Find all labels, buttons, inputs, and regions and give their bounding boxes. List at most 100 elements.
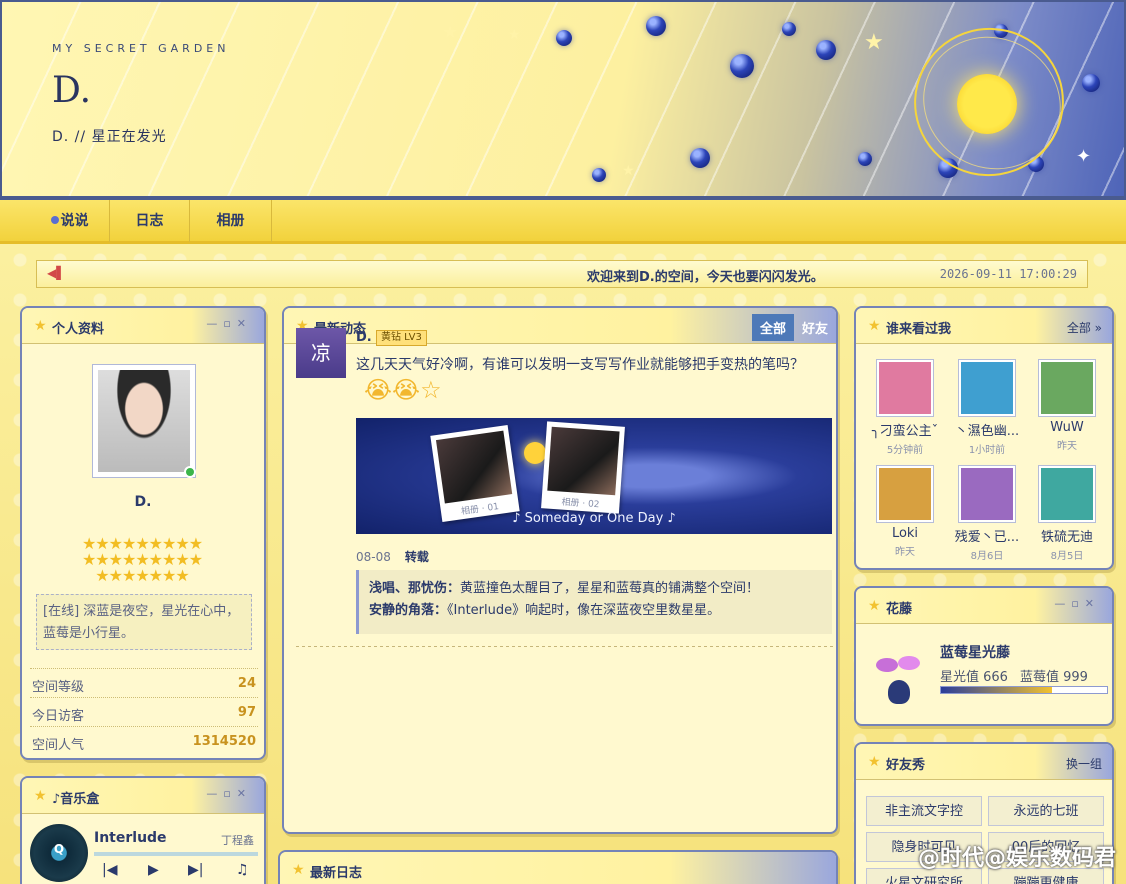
speaker-icon: ◀▌ xyxy=(47,266,66,280)
current-datetime: 2026-09-11 17:00:29 xyxy=(939,267,1077,281)
star-icon: ★ xyxy=(508,27,521,43)
refresh-friends-link[interactable]: 换一组 xyxy=(1066,755,1102,772)
window-controls[interactable]: —▫✕ xyxy=(1054,597,1100,610)
next-track-button[interactable]: ▶| xyxy=(188,862,203,878)
star-icon: ★ xyxy=(622,163,635,179)
prev-track-button[interactable]: |◀ xyxy=(102,862,117,878)
blueberry-icon xyxy=(690,148,710,168)
photo-card[interactable]: 相册 · 01 xyxy=(430,424,520,523)
post-author-name[interactable]: D. xyxy=(356,330,372,345)
leaf xyxy=(876,658,898,672)
track-progress[interactable] xyxy=(94,852,258,856)
panel-title: 谁来看过我 xyxy=(886,322,952,337)
avatar-image xyxy=(98,370,190,472)
photo-image xyxy=(547,426,620,496)
stat-label: 空间人气 xyxy=(32,738,85,753)
visitor-avatar xyxy=(1039,466,1095,522)
active-dot-icon xyxy=(50,216,59,224)
visitor-avatar xyxy=(877,466,933,522)
space-subtitle: D. // 星正在发光 xyxy=(52,129,167,145)
visitors-more-link[interactable]: 全部 » xyxy=(1067,319,1102,336)
playlist-button[interactable]: ♫ xyxy=(236,862,249,878)
star-icon: ★ xyxy=(864,30,884,55)
friend-show-item[interactable]: 非主流文字控 xyxy=(866,796,982,826)
panel-title: 个人资料 xyxy=(52,322,105,337)
visitor-item[interactable]: Loki 昨天 xyxy=(870,466,940,558)
avatar[interactable] xyxy=(92,364,196,478)
profile-panel: ★ 个人资料 —▫✕ D. ★★★★★★★★★ ★★★★★★★★★ ★★★★★★… xyxy=(20,306,266,760)
visitor-avatar xyxy=(877,360,933,416)
tab-all[interactable]: 全部 xyxy=(751,314,794,341)
panel-header: ★ 好友秀 换一组 xyxy=(856,744,1112,780)
visitor-name: ╮刁蛮公主ˇ xyxy=(871,424,939,439)
track-artist: 丁程鑫 xyxy=(221,834,254,847)
weibo-watermark: @时代@娱乐数码君 xyxy=(917,846,1116,871)
visit-time: 5分钟前 xyxy=(886,445,924,456)
commenter-name[interactable]: 安静的角落： xyxy=(369,603,447,618)
visitor-name: 残爱丶已... xyxy=(954,530,1020,545)
post-text: 这几天天气好冷啊，有谁可以发明一支写写作业就能够把手变热的笔吗？ xyxy=(356,357,804,373)
blueberry-icon xyxy=(592,168,606,182)
post-meta: 08-08 转载 xyxy=(356,548,429,565)
visitor-item[interactable]: WuW 昨天 xyxy=(1032,360,1102,452)
vip-badge: 黄钻 LV3 xyxy=(376,330,427,346)
vine-panel: ★ 花藤 —▫✕ 蓝莓星光藤 星光值 666 蓝莓值 999 xyxy=(854,586,1114,726)
friend-show-item[interactable]: 永远的七班 xyxy=(988,796,1104,826)
panel-title: 花藤 xyxy=(886,602,913,617)
starlight-value: 星光值 666 xyxy=(940,670,1008,685)
blueberry-icon xyxy=(1082,74,1100,92)
window-controls[interactable]: —▫✕ xyxy=(206,317,252,330)
nav-item-diary[interactable]: 日志 xyxy=(110,200,190,242)
vine-stats: 星光值 666 蓝莓值 999 xyxy=(940,666,1100,685)
vine-name: 蓝莓星光藤 xyxy=(940,645,1010,661)
nav-item-shuoshuo[interactable]: 说说 xyxy=(30,200,110,242)
star-icon: ★ xyxy=(442,22,459,43)
blueberry-icon xyxy=(556,30,572,46)
stat-value: 24 xyxy=(237,676,256,691)
visitor-item[interactable]: 残爱丶已... 8月6日 xyxy=(952,466,1022,562)
visitor-avatar xyxy=(959,360,1015,416)
photo-caption: 相册 · 02 xyxy=(561,497,600,511)
star-icon: ★ xyxy=(34,788,47,804)
header-tagline: MY SECRET GARDEN xyxy=(52,42,230,55)
comment-list: 浅唱、那忧伤：黄蓝撞色太醒目了，星星和蓝莓真的铺满整个空间！ 安静的角落：《In… xyxy=(356,570,832,634)
nav-label: 日志 xyxy=(135,213,164,229)
panel-title: 最新日志 xyxy=(310,866,363,881)
music-disc-icon: Q xyxy=(30,824,88,882)
star-icon: ★ xyxy=(868,598,881,614)
song-title: ♪ Someday or One Day ♪ xyxy=(512,511,676,526)
play-button[interactable]: ▶ xyxy=(148,862,159,878)
commenter-name[interactable]: 浅唱、那忧伤： xyxy=(369,581,460,596)
pot xyxy=(888,680,910,704)
nav-item-album[interactable]: 相册 xyxy=(190,200,272,242)
repost-link[interactable]: 转载 xyxy=(405,550,429,564)
sun-icon xyxy=(957,74,1017,134)
visitor-name: Loki xyxy=(891,526,919,541)
stat-label: 今日访客 xyxy=(32,709,85,724)
announcement-text: 欢迎来到D.的空间，今天也要闪闪发光。 xyxy=(587,270,824,285)
stat-label: 空间等级 xyxy=(32,680,85,695)
visitor-avatar xyxy=(959,466,1015,522)
window-controls[interactable]: —▫✕ xyxy=(206,787,252,800)
feed-tabs: 全部 好友 xyxy=(751,314,836,341)
moon-icon xyxy=(524,442,546,464)
visit-time: 昨天 xyxy=(895,547,915,558)
post-author-avatar[interactable]: 凉 xyxy=(296,328,346,378)
nav-label: 说说 xyxy=(60,213,89,229)
stars-row: ★★★★★★★ xyxy=(95,566,189,585)
blueberry-icon xyxy=(858,152,872,166)
post-divider xyxy=(296,646,834,647)
post-image-banner[interactable]: 相册 · 01 相册 · 02 ♪ Someday or One Day ♪ xyxy=(356,418,832,534)
panel-title: ♪音乐盒 xyxy=(52,792,100,807)
visitor-item[interactable]: 铁硫无迪 8月5日 xyxy=(1032,466,1102,562)
photo-card[interactable]: 相册 · 02 xyxy=(541,421,625,514)
visit-time: 1小时前 xyxy=(968,445,1006,456)
visit-time: 昨天 xyxy=(1057,441,1077,452)
visitor-item[interactable]: 丶濕色幽... 1小时前 xyxy=(952,360,1022,456)
tab-friends[interactable]: 好友 xyxy=(794,314,836,341)
stat-value: 1314520 xyxy=(192,734,256,749)
profile-name: D. xyxy=(134,494,152,510)
blueberry-icon xyxy=(782,22,796,36)
photo-image xyxy=(435,430,513,504)
visitor-item[interactable]: ╮刁蛮公主ˇ 5分钟前 xyxy=(870,360,940,456)
